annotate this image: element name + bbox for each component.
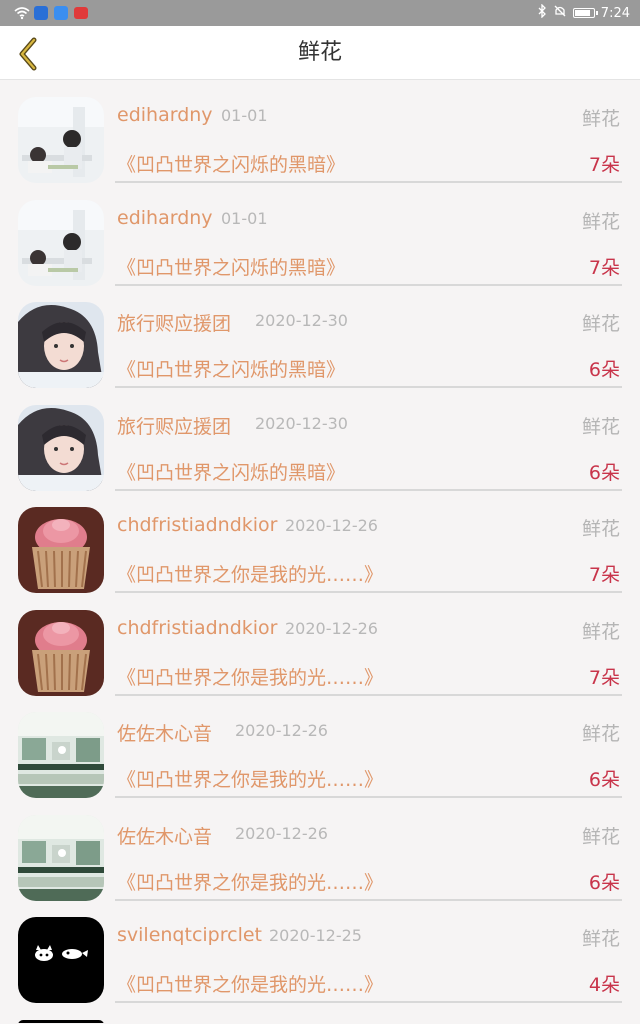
avatar[interactable] (18, 507, 104, 593)
book-title[interactable]: 《凹凸世界之闪烁的黑暗》 (117, 253, 345, 280)
gift-type: 鲜花 (581, 825, 620, 848)
gift-type: 鲜花 (581, 108, 620, 130)
flower-record-list: edihardny 01-01 鲜花 《凹凸世界之闪烁的黑暗》 7朵 ediha… (0, 80, 640, 1023)
bluetooth-icon (537, 3, 547, 22)
record-date: 01-01 (221, 106, 268, 125)
list-item[interactable]: edihardny 01-01 鲜花 《凹凸世界之闪烁的黑暗》 7朵 (0, 183, 640, 286)
avatar[interactable] (18, 97, 104, 183)
battery-icon (572, 8, 598, 18)
book-title[interactable]: 《凹凸世界之你是我的光……》 (117, 765, 383, 792)
username: svilenqtciprclet (117, 924, 262, 946)
book-title[interactable]: 《凹凸世界之闪烁的黑暗》 (117, 458, 345, 485)
list-item[interactable]: 佐佐木心音 2020-12-26 鲜花 《凹凸世界之你是我的光……》 6朵 (0, 798, 640, 901)
avatar[interactable] (18, 1019, 104, 1023)
status-left (14, 6, 88, 20)
gift-type: 鲜花 (581, 210, 620, 233)
username: chdfristiadndkior (117, 616, 278, 639)
app-icon (54, 6, 68, 20)
mute-icon (553, 4, 567, 22)
record-date: 2020-12-26 (235, 721, 328, 740)
username: 旅行赆应援团 (117, 313, 232, 335)
avatar[interactable] (18, 404, 104, 491)
record-date: 2020-12-26 (235, 823, 328, 843)
list-item[interactable]: chdfristiadndkior 2020-12-26 鲜花 《凹凸世界之你是… (0, 593, 640, 696)
username: edihardny (117, 104, 213, 126)
gift-type: 鲜花 (581, 620, 620, 643)
avatar[interactable] (18, 917, 104, 1003)
app-icon (74, 7, 88, 19)
list-item[interactable]: 佐佐木心音 2020-12-26 鲜花 《凹凸世界之你是我的光……》 6朵 (0, 695, 640, 798)
record-date: 2020-12-26 (285, 618, 378, 638)
gift-count: 6朵 (588, 769, 620, 791)
username: 旅行赆应援团 (117, 415, 232, 438)
username: edihardny (117, 206, 213, 229)
record-date: 2020-12-26 (285, 516, 378, 535)
status-bar: 7:24 (0, 0, 640, 26)
username: 佐佐木心音 (117, 723, 213, 745)
username: 佐佐木心音 (117, 825, 213, 848)
avatar[interactable] (18, 712, 104, 798)
record-date: 2020-12-25 (269, 926, 362, 945)
gift-type: 鲜花 (581, 928, 620, 950)
book-title[interactable]: 《凹凸世界之你是我的光……》 (117, 663, 383, 690)
gift-count: 6朵 (588, 871, 620, 894)
avatar[interactable] (18, 199, 104, 286)
page-title: 鲜花 (297, 40, 342, 65)
list-item[interactable]: edihardny 01-01 鲜花 《凹凸世界之闪烁的黑暗》 7朵 (0, 80, 640, 183)
avatar[interactable] (18, 814, 104, 901)
list-item[interactable]: svilenqtciprclet 2020-12-25 鲜花 《凹凸世界之你是我… (0, 900, 640, 1003)
gift-type: 鲜花 (581, 313, 620, 335)
list-item[interactable]: 旅行赆应援团 2020-12-30 鲜花 《凹凸世界之闪烁的黑暗》 6朵 (0, 388, 640, 491)
username: chdfristiadndkior (117, 514, 278, 536)
status-right: 7:24 (537, 3, 630, 22)
book-title[interactable]: 《凹凸世界之你是我的光……》 (117, 560, 383, 587)
app-icon (34, 6, 48, 20)
gift-count: 6朵 (588, 359, 620, 381)
app-header: 鲜花 (0, 26, 640, 80)
record-date: 01-01 (221, 208, 268, 228)
record-date: 2020-12-30 (255, 413, 348, 433)
book-title[interactable]: 《凹凸世界之闪烁的黑暗》 (117, 355, 345, 382)
gift-count: 6朵 (588, 461, 620, 484)
gift-type: 鲜花 (581, 518, 620, 540)
gift-type: 鲜花 (581, 723, 620, 745)
gift-count: 7朵 (588, 564, 620, 586)
status-time: 7:24 (600, 5, 630, 21)
list-item[interactable]: chdfristiadndkior 2020-12-26 鲜花 《凹凸世界之你是… (0, 490, 640, 593)
gift-count: 7朵 (588, 256, 620, 279)
avatar[interactable] (18, 302, 104, 388)
list-item[interactable]: 旅行赆应援团 2020-12-30 鲜花 《凹凸世界之闪烁的黑暗》 6朵 (0, 285, 640, 388)
book-title[interactable]: 《凹凸世界之你是我的光……》 (117, 970, 383, 997)
gift-count: 4朵 (588, 974, 620, 996)
list-item[interactable] (0, 1003, 640, 1023)
wifi-icon (14, 6, 30, 20)
book-title[interactable]: 《凹凸世界之你是我的光……》 (117, 868, 383, 895)
book-title[interactable]: 《凹凸世界之闪烁的黑暗》 (117, 150, 345, 177)
avatar[interactable] (18, 609, 104, 696)
gift-count: 7朵 (588, 154, 620, 176)
gift-type: 鲜花 (581, 415, 620, 438)
gift-count: 7朵 (588, 666, 620, 689)
record-date: 2020-12-30 (255, 311, 348, 330)
